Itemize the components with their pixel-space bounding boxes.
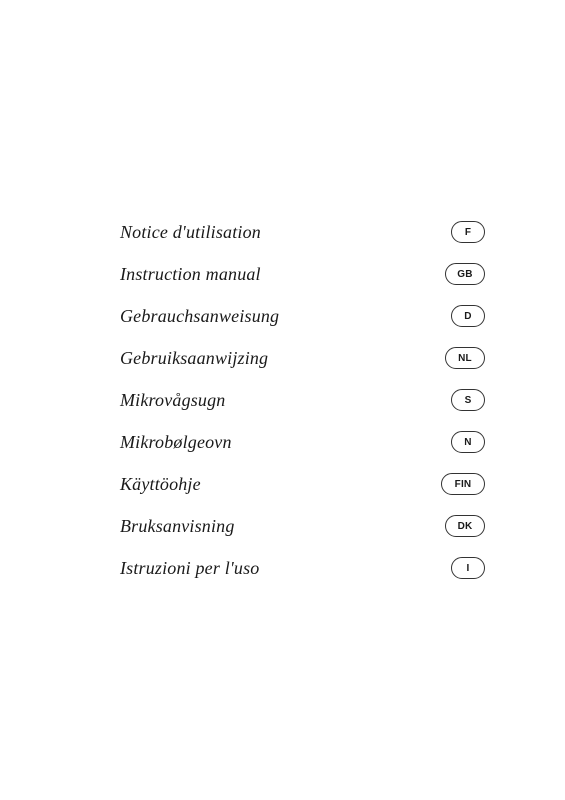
manual-label: Istruzioni per l'uso [120, 558, 259, 579]
manual-list: Notice d'utilisation F Instruction manual G… [120, 211, 485, 589]
language-badge: S [451, 389, 485, 411]
language-code: I [467, 563, 470, 574]
page: Notice d'utilisation F Instruction manual G… [0, 0, 565, 800]
language-code: FIN [455, 479, 472, 490]
language-code: S [465, 395, 472, 406]
language-badge: N [451, 431, 485, 453]
manual-label: Mikrovågsugn [120, 390, 225, 411]
language-badge: I [451, 557, 485, 579]
manual-item: Istruzioni per l'uso I [120, 547, 485, 589]
language-badge: D [451, 305, 485, 327]
language-badge: F [451, 221, 485, 243]
language-badge: DK [445, 515, 485, 537]
language-badge: NL [445, 347, 485, 369]
manual-item: Bruksanvisning DK [120, 505, 485, 547]
language-code: N [464, 437, 471, 448]
manual-item: Käyttöohje FIN [120, 463, 485, 505]
language-code: D [464, 311, 471, 322]
manual-label: Gebruiksaanwijzing [120, 348, 268, 369]
manual-item: Notice d'utilisation F [120, 211, 485, 253]
manual-label: Instruction manual [120, 264, 261, 285]
manual-label: Gebrauchsanweisung [120, 306, 279, 327]
manual-label: Notice d'utilisation [120, 222, 261, 243]
manual-item: Instruction manual GB [120, 253, 485, 295]
manual-label: Mikrobølgeovn [120, 432, 232, 453]
manual-label: Bruksanvisning [120, 516, 235, 537]
manual-item: Gebruiksaanwijzing NL [120, 337, 485, 379]
language-badge: GB [445, 263, 485, 285]
language-code: DK [458, 521, 473, 532]
language-badge: FIN [441, 473, 485, 495]
manual-item: Gebrauchsanweisung D [120, 295, 485, 337]
language-code: F [465, 227, 471, 238]
language-code: NL [458, 353, 472, 364]
manual-item: Mikrobølgeovn N [120, 421, 485, 463]
manual-label: Käyttöohje [120, 474, 201, 495]
manual-item: Mikrovågsugn S [120, 379, 485, 421]
language-code: GB [457, 269, 472, 280]
